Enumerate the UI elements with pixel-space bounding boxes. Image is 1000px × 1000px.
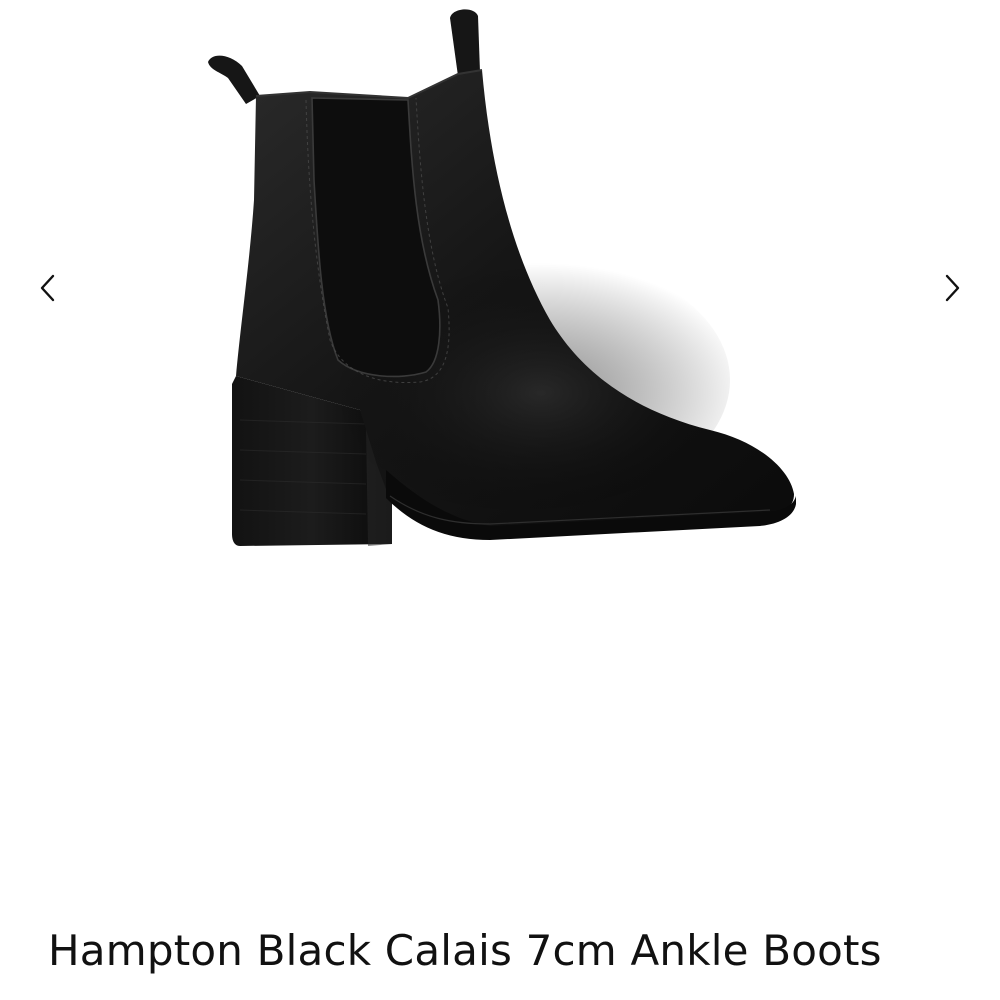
product-gallery [0,0,1000,600]
chevron-right-icon [945,274,960,302]
ankle-boot-photo [208,9,796,546]
product-image[interactable] [190,0,810,580]
product-title: Hampton Black Calais 7cm Ankle Boots [48,926,882,975]
next-image-button[interactable] [932,266,972,310]
previous-image-button[interactable] [28,266,68,310]
chevron-left-icon [40,274,55,302]
